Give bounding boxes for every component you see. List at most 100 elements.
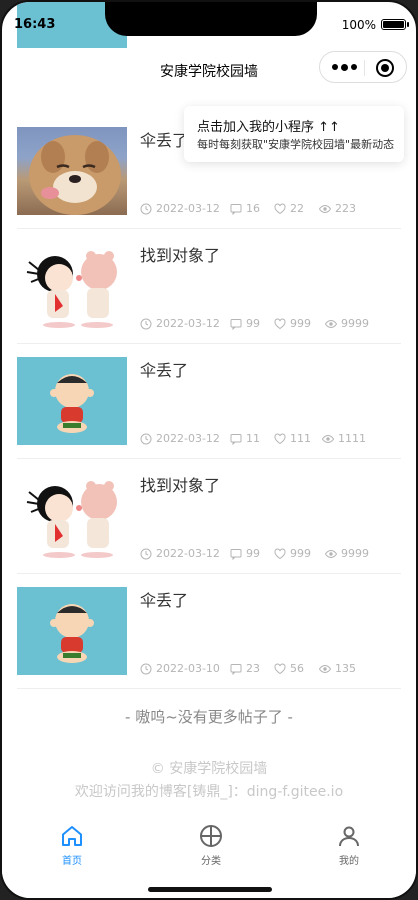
post-meta: 2022-03-10 23 56 135 [140,662,401,676]
tab-category[interactable]: 分类 [161,824,261,867]
post-date: 2022-03-12 [140,317,220,330]
comment-icon [230,203,242,215]
tab-profile-label: 我的 [339,856,359,867]
post-date-text: 2022-03-12 [156,317,220,330]
phone-screen: 16:43 100% 2022-03-12 111 111 [0,0,418,900]
post-thumbnail[interactable] [17,127,127,215]
post-thumbnail[interactable] [17,587,127,675]
post-comments[interactable]: 11 [230,432,260,445]
post-likes[interactable]: 22 [274,202,304,215]
comment-count: 99 [246,547,260,560]
eye-icon [322,434,334,443]
miniprogram-capsule [319,51,407,83]
post-meta: 2022-03-12 11 111 1111 [140,432,401,446]
eye-icon [319,204,331,213]
post-title[interactable]: 伞丢了 [140,357,188,381]
post-date-text: 2022-03-12 [156,432,220,445]
clock-icon [140,663,152,674]
post-title[interactable]: 找到对象了 [140,242,220,266]
post-meta: 2022-03-12 99 999 9999 [140,547,401,561]
eye-icon [325,549,337,558]
post-date: 2022-03-12 [140,202,220,215]
post-views: 9999 [325,547,369,560]
status-time: 16:43 [14,17,56,32]
category-icon [200,825,222,847]
post-date: 2022-03-10 [140,662,220,675]
like-count: 111 [290,432,311,445]
comment-count: 11 [246,432,260,445]
post-item[interactable]: 伞丢了 2022-03-12 11 111 1111 [17,344,401,459]
notch [105,2,317,36]
like-count: 22 [290,202,304,215]
post-meta: 2022-03-12 16 22 223 [140,202,401,216]
dog-photo [29,135,121,215]
post-thumbnail[interactable] [17,242,127,330]
clock-icon [140,318,152,329]
heart-icon [274,548,286,559]
view-count: 9999 [341,317,369,330]
clock-icon [140,433,152,444]
post-item[interactable]: 找到对象了 2022-03-12 99 999 9999 [17,459,401,574]
post-likes[interactable]: 111 [274,432,311,445]
post-date-text: 2022-03-12 [156,547,220,560]
tip-subtitle: 每时每刻获取"安康学院校园墙"最新动态 [197,138,395,151]
post-likes[interactable]: 999 [274,317,311,330]
post-title[interactable]: 找到对象了 [140,472,220,496]
boy-cartoon [50,374,94,433]
no-more-posts-message: - 嗷呜~没有更多帖子了 - [125,708,293,726]
post-title[interactable]: 伞丢了 [140,587,188,611]
comment-count: 16 [246,202,260,215]
post-comments[interactable]: 16 [230,202,260,215]
post-item[interactable]: 伞丢了 2022-03-10 23 56 135 [17,574,401,689]
post-date-text: 2022-03-10 [156,662,220,675]
home-icon [62,826,82,846]
tab-bar: 首页 分类 我的 [2,816,416,898]
comment-count: 99 [246,317,260,330]
post-views: 223 [319,202,356,215]
post-title[interactable]: 伞丢了 [140,127,188,151]
post-date: 2022-03-12 [140,547,220,560]
post-item[interactable]: 找到对象了 2022-03-12 99 999 9999 [17,229,401,344]
battery-icon [381,19,409,30]
post-comments[interactable]: 99 [230,547,260,560]
post-likes[interactable]: 999 [274,547,311,560]
more-icon[interactable] [332,63,357,71]
post-date: 2022-03-12 [140,432,220,445]
post-thumbnail[interactable] [17,357,127,445]
post-views: 1111 [322,432,366,445]
boy-cartoon [50,604,94,663]
post-comments[interactable]: 23 [230,662,260,675]
like-count: 56 [290,662,304,675]
heart-icon [274,203,286,214]
user-icon [339,826,359,847]
view-count: 1111 [338,432,366,445]
heart-icon [274,663,286,674]
heart-icon [274,318,286,329]
post-likes[interactable]: 56 [274,662,304,675]
post-comments[interactable]: 99 [230,317,260,330]
view-count: 9999 [341,547,369,560]
like-count: 999 [290,317,311,330]
capsule-divider [364,60,365,76]
post-views: 9999 [325,317,369,330]
eye-icon [325,319,337,328]
post-date-text: 2022-03-12 [156,202,220,215]
add-miniprogram-tip[interactable]: 点击加入我的小程序 ↑↑ 每时每刻获取"安康学院校园墙"最新动态 [184,106,404,162]
close-miniprogram-icon[interactable] [376,59,394,77]
battery-percent: 100% [341,18,376,32]
eye-icon [319,664,331,673]
tab-home[interactable]: 首页 [22,824,122,867]
like-count: 999 [290,547,311,560]
post-thumbnail[interactable] [17,472,127,560]
comment-icon [230,548,242,560]
comment-icon [230,433,242,445]
blog-link[interactable]: 欢迎访问我的博客[铸鼎_]：ding-f.gitee.io [2,781,416,801]
tab-home-label: 首页 [62,856,82,867]
view-count: 223 [335,202,356,215]
tab-profile[interactable]: 我的 [299,824,399,867]
home-indicator[interactable] [148,887,272,892]
comment-icon [230,318,242,330]
post-views: 135 [319,662,356,675]
comment-icon [230,663,242,675]
comment-count: 23 [246,662,260,675]
